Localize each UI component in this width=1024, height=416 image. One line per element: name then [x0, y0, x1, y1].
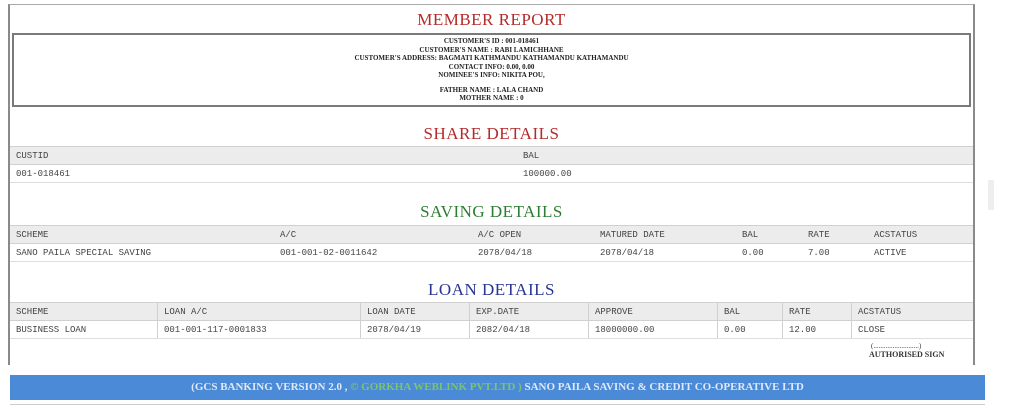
table-row: SANO PAILA SPECIAL SAVING 001-001-02-001…: [10, 243, 973, 262]
scrollbar-edge[interactable]: [988, 180, 994, 210]
table-header-row: SCHEME LOAN A/C LOAN DATE EXP.DATE APPRO…: [10, 302, 973, 321]
table-cell: BUSINESS LOAN: [10, 320, 158, 339]
col-header: ACSTATUS: [851, 302, 973, 321]
col-header: BAL: [517, 146, 973, 165]
col-header: BAL: [717, 302, 783, 321]
table-cell: 2078/04/19: [360, 320, 470, 339]
footer-divider: [10, 404, 985, 405]
customer-id: CUSTOMER'S ID : 001-018461: [443, 37, 540, 45]
signature-label: AUTHORISED SIGN: [869, 350, 945, 359]
col-header: LOAN DATE: [360, 302, 470, 321]
loan-table: SCHEME LOAN A/C LOAN DATE EXP.DATE APPRO…: [10, 302, 973, 339]
mother-name: MOTHER NAME : 0: [459, 94, 524, 102]
col-header: BAL: [736, 225, 802, 244]
col-header: EXP.DATE: [469, 302, 589, 321]
col-header: RATE: [802, 225, 868, 244]
table-header-row: SCHEME A/C A/C OPEN MATURED DATE BAL RAT…: [10, 225, 973, 244]
col-header: A/C: [274, 225, 472, 244]
member-report: MEMBER REPORT CUSTOMER'S ID : 001-018461…: [8, 4, 975, 365]
table-cell: CLOSE: [851, 320, 973, 339]
col-header: SCHEME: [10, 302, 158, 321]
col-header: LOAN A/C: [157, 302, 361, 321]
table-cell: ACTIVE: [868, 243, 973, 262]
nominee-info: NOMINEE'S INFO: NIKITA POU,: [438, 71, 545, 79]
col-header: APPROVE: [588, 302, 718, 321]
signature-line: (..........................): [871, 342, 922, 350]
footer-copyright: © GORKHA WEBLINK PVT.LTD ): [350, 381, 522, 393]
customer-name: CUSTOMER'S NAME : RABI LAMICHHANE: [419, 45, 564, 54]
table-cell: 001-001-117-0001833: [157, 320, 361, 339]
table-cell: 18000000.00: [588, 320, 718, 339]
report-title: MEMBER REPORT: [417, 10, 566, 29]
contact-info: CONTACT INFO: 0.00, 0.00: [448, 62, 535, 71]
table-cell: 2078/04/18: [594, 243, 736, 262]
table-cell: 12.00: [782, 320, 852, 339]
table-cell: 001-001-02-0011642: [274, 243, 472, 262]
loan-details-title: LOAN DETAILS: [428, 280, 555, 299]
father-name: FATHER NAME : LALA CHAND: [439, 85, 544, 94]
col-header: SCHEME: [10, 225, 274, 244]
table-cell: 0.00: [736, 243, 802, 262]
col-header: RATE: [782, 302, 852, 321]
table-cell: 0.00: [717, 320, 783, 339]
table-cell: 7.00: [802, 243, 868, 262]
customer-address: CUSTOMER'S ADDRESS: BAGMATI KATHMANDU KA…: [354, 54, 629, 62]
share-table: CUSTID BAL 001-018461 100000.00: [10, 146, 973, 183]
footer-company: SANO PAILA SAVING & CREDIT CO-OPERATIVE …: [521, 381, 804, 393]
table-cell: 2082/04/18: [469, 320, 589, 339]
col-header: MATURED DATE: [594, 225, 736, 244]
footer-bar: (GCS BANKING VERSION 2.0 , © GORKHA WEBL…: [10, 375, 985, 400]
share-details-title: SHARE DETAILS: [423, 124, 560, 143]
table-cell: 001-018461: [10, 164, 517, 183]
authorised-signature: (..........................) AUTHORISED …: [853, 342, 973, 359]
table-row: BUSINESS LOAN 001-001-117-0001833 2078/0…: [10, 320, 973, 339]
saving-table: SCHEME A/C A/C OPEN MATURED DATE BAL RAT…: [10, 225, 973, 262]
table-header-row: CUSTID BAL: [10, 146, 973, 165]
table-row: 001-018461 100000.00: [10, 164, 973, 183]
footer-version: (GCS BANKING VERSION 2.0 ,: [191, 381, 351, 393]
customer-info-box: CUSTOMER'S ID : 001-018461 CUSTOMER'S NA…: [12, 33, 971, 107]
table-cell: SANO PAILA SPECIAL SAVING: [10, 243, 274, 262]
saving-details-title: SAVING DETAILS: [420, 202, 563, 221]
col-header: A/C OPEN: [472, 225, 594, 244]
table-cell: 100000.00: [517, 164, 973, 183]
table-cell: 2078/04/18: [472, 243, 594, 262]
col-header: CUSTID: [10, 146, 517, 165]
col-header: ACSTATUS: [868, 225, 973, 244]
